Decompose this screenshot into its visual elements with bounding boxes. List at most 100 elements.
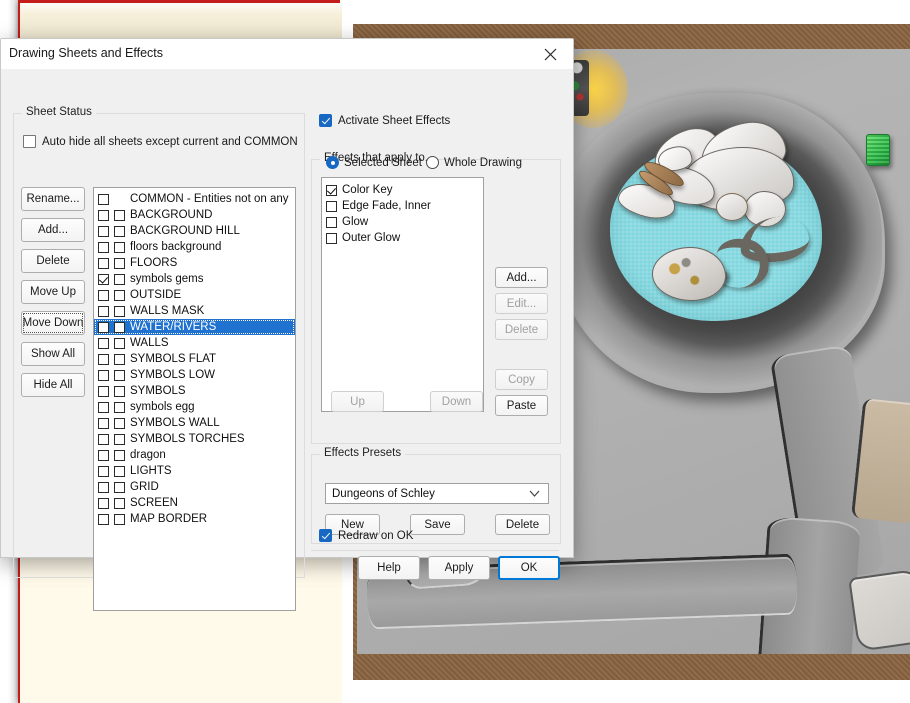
- sheet-effects-checkbox[interactable]: [114, 305, 125, 317]
- sheet-effects-checkbox[interactable]: [114, 417, 125, 429]
- sheet-effects-checkbox[interactable]: [114, 273, 125, 285]
- sheet-list-item[interactable]: SCREEN: [94, 495, 295, 511]
- sheet-hide-all-button[interactable]: Hide All: [21, 373, 85, 397]
- sheet-list-item[interactable]: WATER/RIVERS: [94, 319, 295, 335]
- sheet-effects-checkbox[interactable]: [114, 369, 125, 381]
- whole-drawing-radio[interactable]: [426, 156, 439, 169]
- sheet-list-item[interactable]: WALLS: [94, 335, 295, 351]
- sheet-effects-checkbox[interactable]: [114, 433, 125, 445]
- effect-paste-button[interactable]: Paste: [495, 395, 548, 416]
- sheet-delete-button[interactable]: Delete: [21, 249, 85, 273]
- effect-enabled-checkbox[interactable]: [326, 216, 337, 228]
- effect-add-button[interactable]: Add...: [495, 267, 548, 288]
- sheet-effects-checkbox[interactable]: [114, 209, 125, 221]
- sheet-list[interactable]: COMMON - Entities not on any BACKGROUND BA…: [93, 187, 296, 611]
- preset-save-button[interactable]: Save: [410, 514, 465, 535]
- sheet-hide-checkbox[interactable]: [98, 385, 109, 397]
- sheet-effects-checkbox[interactable]: [114, 513, 125, 525]
- apply-button[interactable]: Apply: [428, 556, 490, 580]
- effect-list-item[interactable]: Edge Fade, Inner: [322, 198, 483, 214]
- sheet-list-item[interactable]: symbols gems: [94, 271, 295, 287]
- sheet-hide-checkbox[interactable]: [98, 433, 109, 445]
- selected-sheet-radio[interactable]: [326, 156, 339, 169]
- sheet-hide-checkbox[interactable]: [98, 225, 109, 237]
- preset-delete-button[interactable]: Delete: [495, 514, 550, 535]
- sheet-rename-button[interactable]: Rename...: [21, 187, 85, 211]
- sheet-hide-checkbox[interactable]: [98, 321, 109, 333]
- effect-list-item[interactable]: Color Key: [322, 182, 483, 198]
- sheet-hide-checkbox[interactable]: [98, 449, 109, 461]
- sheet-hide-checkbox[interactable]: [98, 497, 109, 509]
- effect-list-item[interactable]: Glow: [322, 214, 483, 230]
- sheet-effects-checkbox[interactable]: [114, 225, 125, 237]
- activate-sheet-effects-checkbox[interactable]: [319, 114, 332, 127]
- sheet-list-item[interactable]: WALLS MASK: [94, 303, 295, 319]
- sheet-hide-checkbox[interactable]: [98, 481, 109, 493]
- sheet-hide-checkbox[interactable]: [98, 401, 109, 413]
- redraw-on-ok-row[interactable]: Redraw on OK: [319, 529, 413, 542]
- sheet-hide-checkbox[interactable]: [98, 369, 109, 381]
- dialog-titlebar[interactable]: Drawing Sheets and Effects: [1, 39, 573, 70]
- radio-selected-sheet[interactable]: Selected Sheet: [326, 156, 422, 169]
- sheet-move-up-button[interactable]: Move Up: [21, 280, 85, 304]
- sheet-effects-checkbox[interactable]: [114, 449, 125, 461]
- sheet-hide-checkbox[interactable]: [98, 305, 109, 317]
- sheet-hide-checkbox[interactable]: [98, 289, 109, 301]
- auto-hide-checkbox-row[interactable]: Auto hide all sheets except current and …: [23, 135, 298, 148]
- sheet-list-item[interactable]: SYMBOLS FLAT: [94, 351, 295, 367]
- effect-edit-button: Edit...: [495, 293, 548, 314]
- sheet-hide-checkbox[interactable]: [98, 257, 109, 269]
- sheet-list-item[interactable]: floors background: [94, 239, 295, 255]
- sheet-list-item[interactable]: SYMBOLS: [94, 383, 295, 399]
- effects-list[interactable]: Color Key Edge Fade, Inner Glow Outer Glow: [321, 177, 484, 412]
- sheet-list-item[interactable]: COMMON - Entities not on any: [94, 191, 295, 207]
- sheet-hide-checkbox[interactable]: [98, 513, 109, 525]
- sheet-hide-checkbox[interactable]: [98, 417, 109, 429]
- sheet-effects-checkbox[interactable]: [114, 321, 125, 333]
- sheet-effects-checkbox[interactable]: [114, 401, 125, 413]
- sheet-list-item[interactable]: SYMBOLS TORCHES: [94, 431, 295, 447]
- sheet-effects-checkbox[interactable]: [114, 465, 125, 477]
- sheet-list-item[interactable]: BACKGROUND HILL: [94, 223, 295, 239]
- sheet-list-item[interactable]: LIGHTS: [94, 463, 295, 479]
- sheet-hide-checkbox[interactable]: [98, 241, 109, 253]
- sheet-effects-checkbox[interactable]: [114, 337, 125, 349]
- auto-hide-checkbox[interactable]: [23, 135, 36, 148]
- radio-whole-drawing[interactable]: Whole Drawing: [426, 156, 522, 169]
- sheet-list-item[interactable]: SYMBOLS WALL: [94, 415, 295, 431]
- sheet-hide-checkbox[interactable]: [98, 193, 109, 205]
- sheet-list-item[interactable]: MAP BORDER: [94, 511, 295, 527]
- help-button[interactable]: Help: [358, 556, 420, 580]
- sheet-list-item[interactable]: GRID: [94, 479, 295, 495]
- ok-button[interactable]: OK: [498, 556, 560, 580]
- effect-enabled-checkbox[interactable]: [326, 232, 337, 244]
- sheet-list-item[interactable]: FLOORS: [94, 255, 295, 271]
- sheet-effects-checkbox[interactable]: [114, 385, 125, 397]
- sheet-effects-checkbox[interactable]: [114, 257, 125, 269]
- sheet-effects-checkbox[interactable]: [114, 241, 125, 253]
- sheet-effects-checkbox[interactable]: [114, 481, 125, 493]
- redraw-on-ok-checkbox[interactable]: [319, 529, 332, 542]
- sheet-show-all-button[interactable]: Show All: [21, 342, 85, 366]
- sheet-move-down-button[interactable]: Move Down: [21, 311, 85, 335]
- preset-dropdown[interactable]: Dungeons of Schley: [325, 483, 549, 504]
- sheet-list-item[interactable]: BACKGROUND: [94, 207, 295, 223]
- effect-list-item[interactable]: Outer Glow: [322, 230, 483, 246]
- sheet-hide-checkbox[interactable]: [98, 465, 109, 477]
- sheet-hide-checkbox[interactable]: [98, 209, 109, 221]
- sheet-list-item[interactable]: SYMBOLS LOW: [94, 367, 295, 383]
- close-button[interactable]: [528, 39, 573, 69]
- sheet-hide-checkbox[interactable]: [98, 353, 109, 365]
- effect-enabled-checkbox[interactable]: [326, 184, 337, 196]
- sheet-hide-checkbox[interactable]: [98, 337, 109, 349]
- sheet-effects-checkbox[interactable]: [114, 289, 125, 301]
- effect-enabled-checkbox[interactable]: [326, 200, 337, 212]
- sheet-add-button[interactable]: Add...: [21, 218, 85, 242]
- sheet-hide-checkbox[interactable]: [98, 273, 109, 285]
- sheet-effects-checkbox[interactable]: [114, 497, 125, 509]
- sheet-list-item[interactable]: OUTSIDE: [94, 287, 295, 303]
- sheet-list-item[interactable]: symbols egg: [94, 399, 295, 415]
- sheet-effects-checkbox[interactable]: [114, 353, 125, 365]
- sheet-list-item[interactable]: dragon: [94, 447, 295, 463]
- activate-sheet-effects-row[interactable]: Activate Sheet Effects: [319, 114, 450, 127]
